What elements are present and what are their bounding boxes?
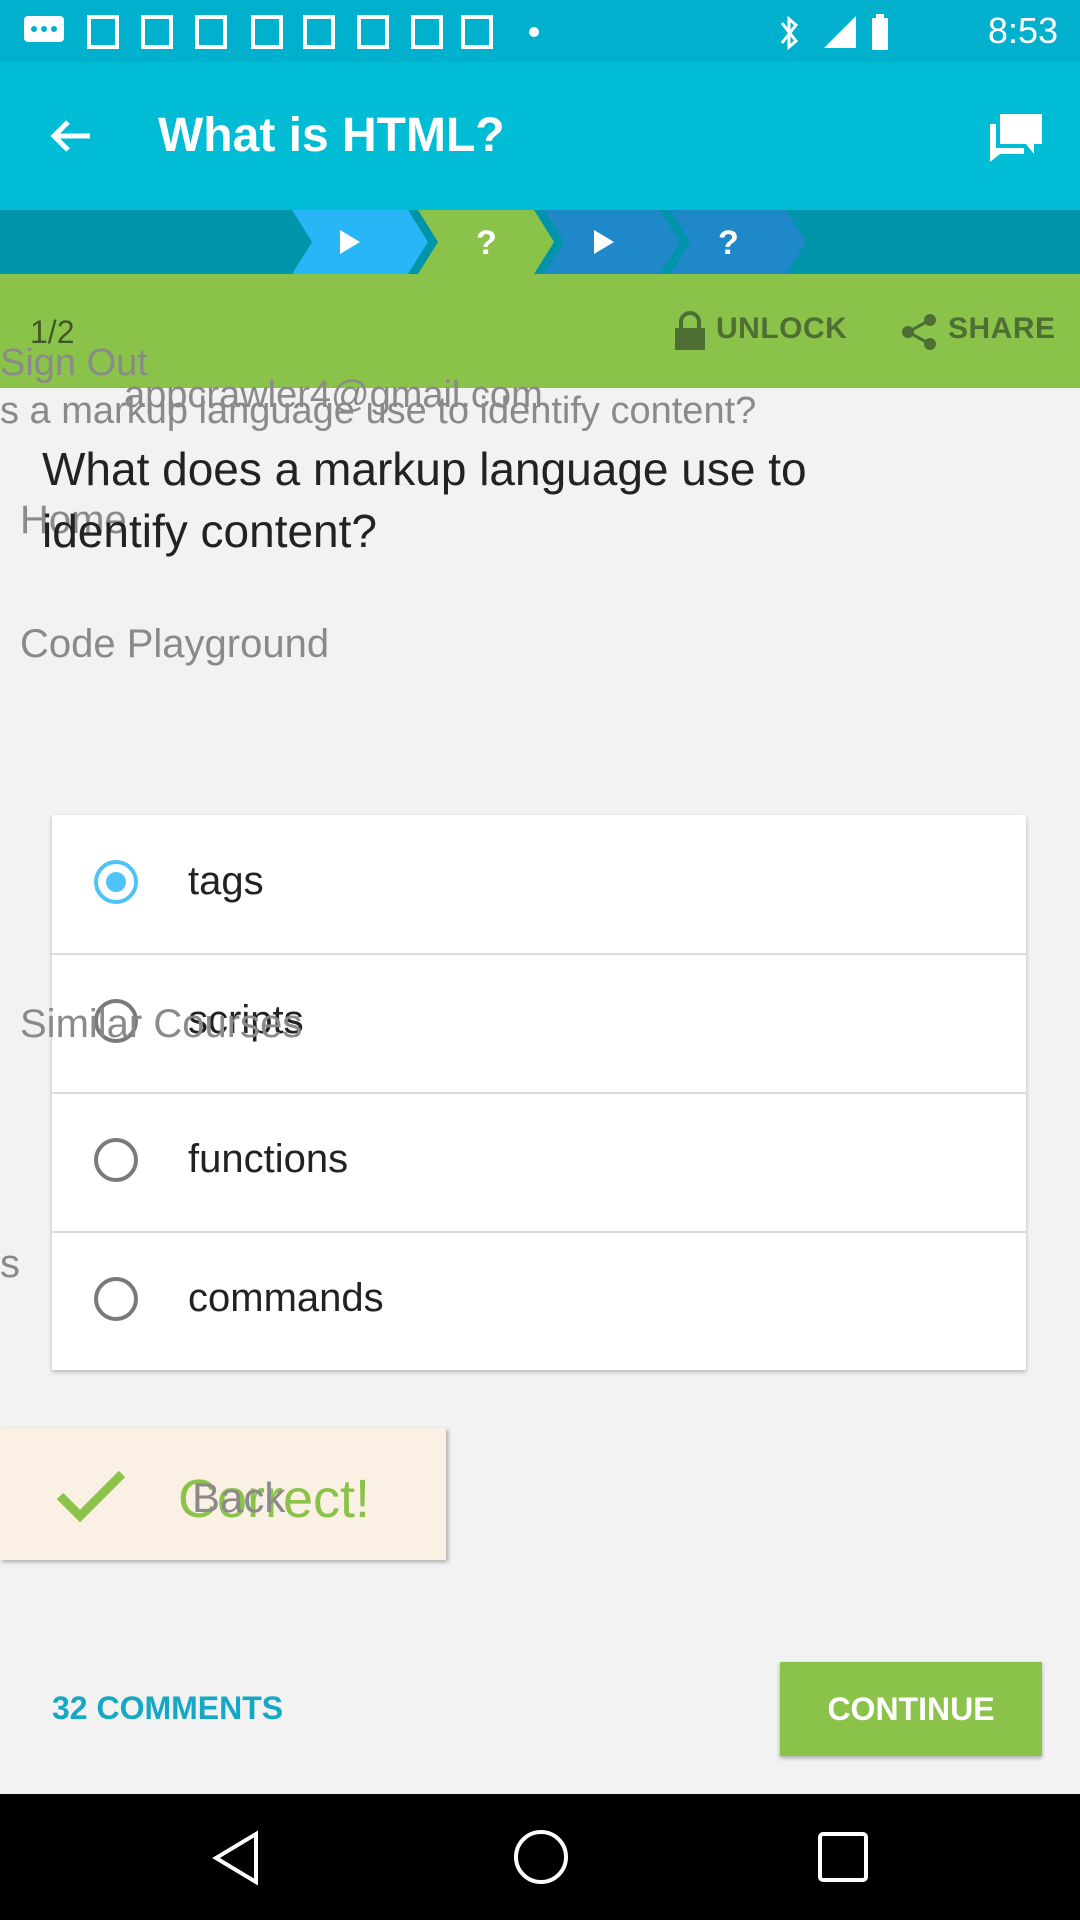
option-commands[interactable]: commands: [52, 1232, 1026, 1370]
status-time: 8:53: [987, 10, 1058, 51]
notification-icon: [141, 15, 173, 49]
notification-icon: [303, 15, 335, 49]
unlock-label: UNLOCK: [716, 312, 848, 345]
signal-icon: [824, 16, 856, 48]
status-bar: 8:53: [0, 0, 1080, 62]
message-icon: [24, 16, 64, 42]
notification-icon: [87, 15, 119, 49]
question-ghost: s a markup language use to identify cont…: [0, 390, 757, 432]
drawer-back[interactable]: Back: [192, 1474, 285, 1522]
option-label: functions: [188, 1137, 349, 1181]
bluetooth-icon: [780, 15, 799, 51]
unlock-button[interactable]: UNLOCK: [672, 274, 847, 388]
lesson-step-bar: ? ?: [0, 210, 1080, 274]
notification-icon: [411, 15, 443, 49]
back-nav-icon[interactable]: [210, 1830, 264, 1886]
drawer-partial-item: s: [0, 1242, 20, 1286]
recents-nav-icon[interactable]: [816, 1830, 870, 1884]
share-label: SHARE: [948, 312, 1056, 345]
step-chevrons: ? ?: [292, 210, 806, 274]
feedback-banner: Correct! Back: [0, 1428, 446, 1560]
lock-icon: [675, 311, 705, 350]
battery-icon: [872, 14, 888, 50]
notification-icon: [357, 15, 389, 49]
radio-selected-icon[interactable]: [94, 860, 138, 904]
notification-icon: [195, 15, 227, 49]
back-arrow-icon[interactable]: [46, 114, 96, 158]
overflow-icon: [529, 27, 539, 37]
checkmark-icon: [56, 1470, 126, 1523]
continue-button[interactable]: CONTINUE: [780, 1662, 1042, 1756]
option-functions[interactable]: functions: [52, 1093, 1026, 1233]
question-text: What does a markup language use to ident…: [42, 443, 807, 557]
radio-icon[interactable]: [94, 1138, 138, 1182]
question-icon: ?: [718, 224, 739, 262]
share-button[interactable]: SHARE: [900, 274, 1060, 388]
share-icon: [902, 314, 936, 350]
lesson-bar: 1/2 UNLOCK SHARE: [0, 274, 1080, 388]
toolbar: What is HTML?: [0, 62, 1080, 210]
comments-link[interactable]: 32 COMMENTS: [52, 1690, 283, 1727]
home-nav-icon[interactable]: [512, 1828, 570, 1886]
radio-icon[interactable]: [94, 1277, 138, 1321]
option-label: commands: [188, 1276, 384, 1320]
drawer-similar-courses[interactable]: Similar Courses: [20, 1002, 302, 1047]
answer-options: tags scripts functions commands: [52, 815, 1026, 1370]
page-title: What is HTML?: [158, 109, 505, 162]
navigation-bar: [0, 1794, 1080, 1920]
option-tags[interactable]: tags: [52, 815, 1026, 955]
drawer-code-playground[interactable]: Code Playground: [20, 622, 329, 667]
option-label: tags: [188, 859, 264, 903]
question-icon: ?: [476, 224, 497, 262]
discussion-icon[interactable]: [986, 110, 1046, 164]
notification-icon: [251, 15, 283, 49]
notification-icon: [461, 15, 493, 49]
